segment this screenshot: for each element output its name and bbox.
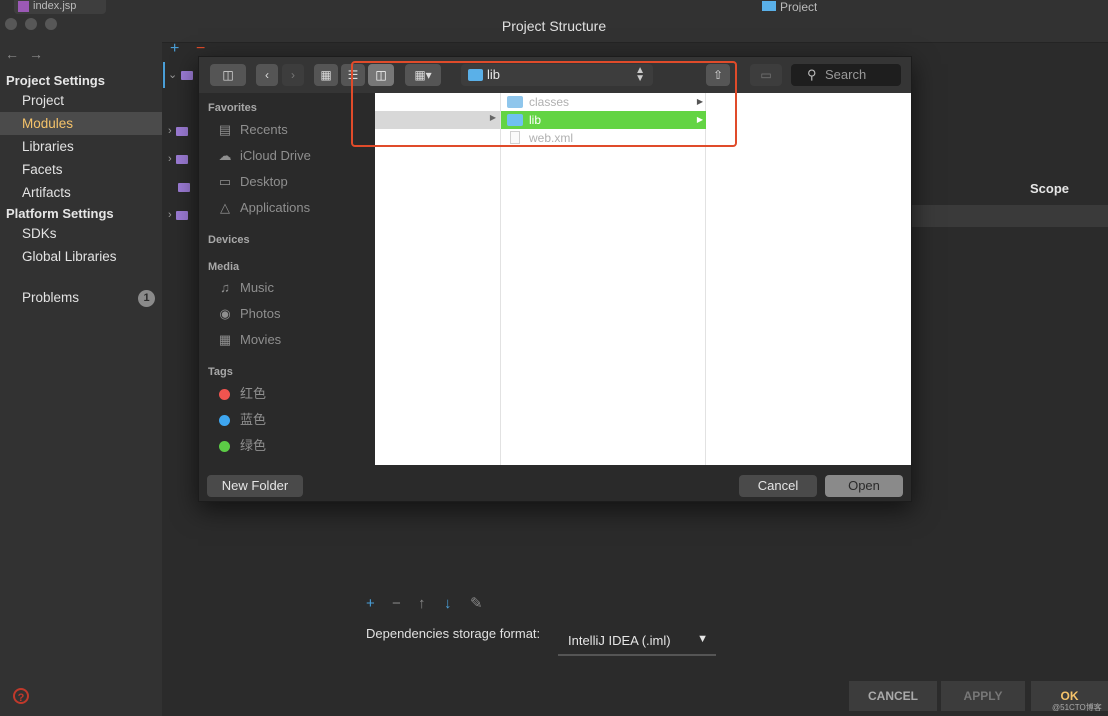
watermark: @51CTO博客 xyxy=(1052,703,1102,712)
applications-icon: △ xyxy=(220,200,230,215)
new-folder-button[interactable]: New Folder xyxy=(207,475,303,497)
search-icon: ⚲ xyxy=(807,67,817,82)
column-divider xyxy=(500,93,501,465)
tree-node[interactable]: › xyxy=(168,125,188,137)
music-icon: ♫ xyxy=(220,280,230,295)
window-title: Project Structure xyxy=(501,18,607,34)
add-icon[interactable]: + xyxy=(170,40,179,58)
sidebar-item-desktop[interactable]: ▭ Desktop xyxy=(216,170,288,194)
tag-icon[interactable]: ▭ xyxy=(750,64,782,86)
tag-item-blue[interactable]: 蓝色 xyxy=(216,408,266,432)
sidebar-item-sdks[interactable]: SDKs xyxy=(0,222,162,245)
desktop-icon: ▭ xyxy=(218,174,232,189)
media-header: Media xyxy=(208,261,240,273)
film-icon: ▦ xyxy=(218,332,232,347)
sidebar-toggle-icon[interactable]: ◫ xyxy=(210,64,246,86)
move-down-icon[interactable]: ↓ xyxy=(444,595,470,612)
deps-storage-select[interactable]: IntelliJ IDEA (.iml) ▼ xyxy=(558,626,716,656)
platform-settings-header: Platform Settings xyxy=(6,206,114,221)
sidebar-item-project[interactable]: Project xyxy=(0,89,162,112)
module-folder-icon xyxy=(181,70,194,80)
sidebar-item-applications[interactable]: △ Applications xyxy=(216,196,310,220)
module-folder-icon xyxy=(175,210,188,220)
apply-button[interactable]: APPLY xyxy=(941,681,1025,711)
sidebar-item-modules[interactable]: Modules xyxy=(0,112,162,135)
move-up-icon[interactable]: ↑ xyxy=(418,595,444,612)
module-folder-icon xyxy=(175,126,188,136)
red-tag-dot-icon xyxy=(219,389,230,401)
sidebar-item-icloud-drive[interactable]: ☁ iCloud Drive xyxy=(216,144,311,168)
background-project-label: Project xyxy=(762,0,817,12)
sidebar-item-movies[interactable]: ▦ Movies xyxy=(216,328,281,352)
tag-item-green[interactable]: 绿色 xyxy=(216,434,266,458)
sidebar-item-photos[interactable]: ◉ Photos xyxy=(216,302,280,326)
module-folder-icon xyxy=(178,182,191,192)
tags-header: Tags xyxy=(208,366,233,378)
sidebar-item-global-libraries[interactable]: Global Libraries xyxy=(0,245,162,268)
camera-icon: ◉ xyxy=(219,306,231,321)
help-icon[interactable]: ? xyxy=(13,688,29,704)
dependency-row[interactable] xyxy=(910,205,1108,227)
tree-node[interactable]: ⌄ xyxy=(168,68,194,81)
sidebar-item-music[interactable]: ♫ Music xyxy=(216,276,274,300)
module-folder-icon xyxy=(175,154,188,164)
back-icon[interactable]: ‹ xyxy=(256,64,278,86)
dialog-cancel-button[interactable]: Cancel xyxy=(739,475,817,497)
tree-node[interactable]: › xyxy=(168,209,188,221)
column-divider xyxy=(705,93,706,465)
open-button[interactable]: Open xyxy=(825,475,903,497)
favorites-header: Favorites xyxy=(208,102,257,114)
dependency-toolbar: + − ↑ ↓ ✎ xyxy=(366,594,496,612)
add-dependency-icon[interactable]: + xyxy=(366,595,392,612)
forward-arrow-icon[interactable]: → xyxy=(29,46,43,62)
remove-dependency-icon[interactable]: − xyxy=(392,595,418,612)
title-bar: index.jsp Project Project Structure xyxy=(0,0,1108,43)
green-tag-dot-icon xyxy=(219,441,230,453)
icon-view-icon[interactable]: ▦ xyxy=(314,64,338,86)
sidebar-item-facets[interactable]: Facets xyxy=(0,158,162,181)
cloud-icon: ☁ xyxy=(218,148,232,163)
back-arrow-icon[interactable]: ← xyxy=(5,46,19,62)
devices-header: Devices xyxy=(208,234,250,246)
column-browser: ▶ classes ▶ lib ▶ web.xml xyxy=(375,93,911,465)
project-settings-header: Project Settings xyxy=(6,73,105,88)
scope-column-header: Scope xyxy=(1030,181,1070,196)
blue-tag-dot-icon xyxy=(219,415,230,427)
cancel-button[interactable]: CANCEL xyxy=(849,681,937,711)
annotation-highlight-box xyxy=(351,61,737,147)
tree-selection-marker xyxy=(163,62,165,88)
forward-icon[interactable]: › xyxy=(282,64,304,86)
tree-node[interactable] xyxy=(168,181,191,193)
background-editor-tab: index.jsp xyxy=(14,0,106,14)
sidebar-item-artifacts[interactable]: Artifacts xyxy=(0,181,162,204)
dropdown-arrow-icon: ▼ xyxy=(697,633,708,645)
folder-icon xyxy=(762,1,776,11)
search-placeholder: Search xyxy=(825,67,867,82)
deps-storage-label: Dependencies storage format: xyxy=(366,626,541,641)
problems-count-badge: 1 xyxy=(138,290,155,307)
sidebar-item-libraries[interactable]: Libraries xyxy=(0,135,162,158)
sidebar-item-recents[interactable]: ▤ Recents xyxy=(216,118,288,142)
jsp-file-icon xyxy=(18,1,29,12)
search-field[interactable]: ⚲ Search xyxy=(791,64,901,86)
recents-icon: ▤ xyxy=(218,122,232,137)
tree-node[interactable]: › xyxy=(168,153,188,165)
tag-item-red[interactable]: 红色 xyxy=(216,382,266,406)
edit-pencil-icon[interactable]: ✎ xyxy=(470,594,496,612)
deps-storage-value: IntelliJ IDEA (.iml) xyxy=(568,633,671,648)
